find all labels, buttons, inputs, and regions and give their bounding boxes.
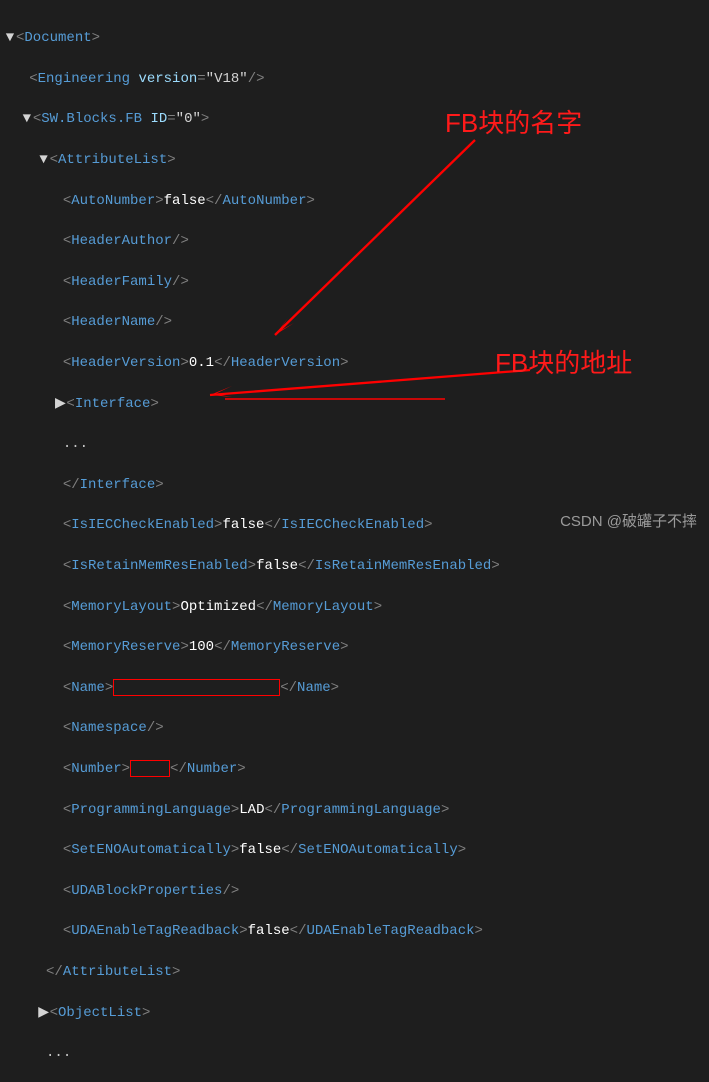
redacted-number-box [130, 760, 170, 777]
line-headerfamily: <HeaderFamily/> [4, 272, 705, 292]
xml-code-viewer: ▼<Document> <Engineering version="V18"/>… [0, 0, 709, 1082]
line-number: <Number></Number> [4, 759, 705, 779]
line-udablockproperties: <UDABlockProperties/> [4, 881, 705, 901]
line-engineering: <Engineering version="V18"/> [4, 69, 705, 89]
line-programminglanguage: <ProgrammingLanguage>LAD</ProgrammingLan… [4, 800, 705, 820]
line-ellipsis: ... [4, 434, 705, 454]
annotation-addr-label: FB块的地址 [495, 343, 632, 380]
redacted-name-box [113, 679, 280, 696]
line-interface-open: ▶<Interface> [4, 394, 705, 414]
line-memorylayout: <MemoryLayout>Optimized</MemoryLayout> [4, 597, 705, 617]
line-autonumber: <AutoNumber>false</AutoNumber> [4, 191, 705, 211]
line-attributelist-close: </AttributeList> [4, 962, 705, 982]
line-isretainmemresenabled: <IsRetainMemResEnabled>false</IsRetainMe… [4, 556, 705, 576]
fold-arrow-icon[interactable]: ▼ [38, 150, 50, 170]
line-memoryreserve: <MemoryReserve>100</MemoryReserve> [4, 637, 705, 657]
line-headerauthor: <HeaderAuthor/> [4, 231, 705, 251]
line-name: <Name></Name> [4, 678, 705, 698]
line-namespace: <Namespace/> [4, 718, 705, 738]
line-objectlist-open: ▶<ObjectList> [4, 1003, 705, 1023]
line-udaenabletagreadback: <UDAEnableTagReadback>false</UDAEnableTa… [4, 921, 705, 941]
line-ellipsis2: ... [4, 1043, 705, 1063]
line-document-open: ▼<Document> [4, 28, 705, 48]
fold-arrow-icon[interactable]: ▶ [38, 1003, 50, 1023]
line-headername: <HeaderName/> [4, 312, 705, 332]
line-setenoautomatically: <SetENOAutomatically>false</SetENOAutoma… [4, 840, 705, 860]
fold-arrow-icon[interactable]: ▶ [54, 394, 66, 414]
fold-arrow-icon[interactable]: ▼ [21, 109, 33, 129]
line-swblocksfb-open: ▼<SW.Blocks.FB ID="0"> [4, 109, 705, 129]
watermark: CSDN @破罐子不摔 [560, 510, 697, 531]
line-interface-close: </Interface> [4, 475, 705, 495]
fold-arrow-icon[interactable]: ▼ [4, 28, 16, 48]
annotation-name-label: FB块的名字 [445, 103, 582, 140]
line-attributelist-open: ▼<AttributeList> [4, 150, 705, 170]
